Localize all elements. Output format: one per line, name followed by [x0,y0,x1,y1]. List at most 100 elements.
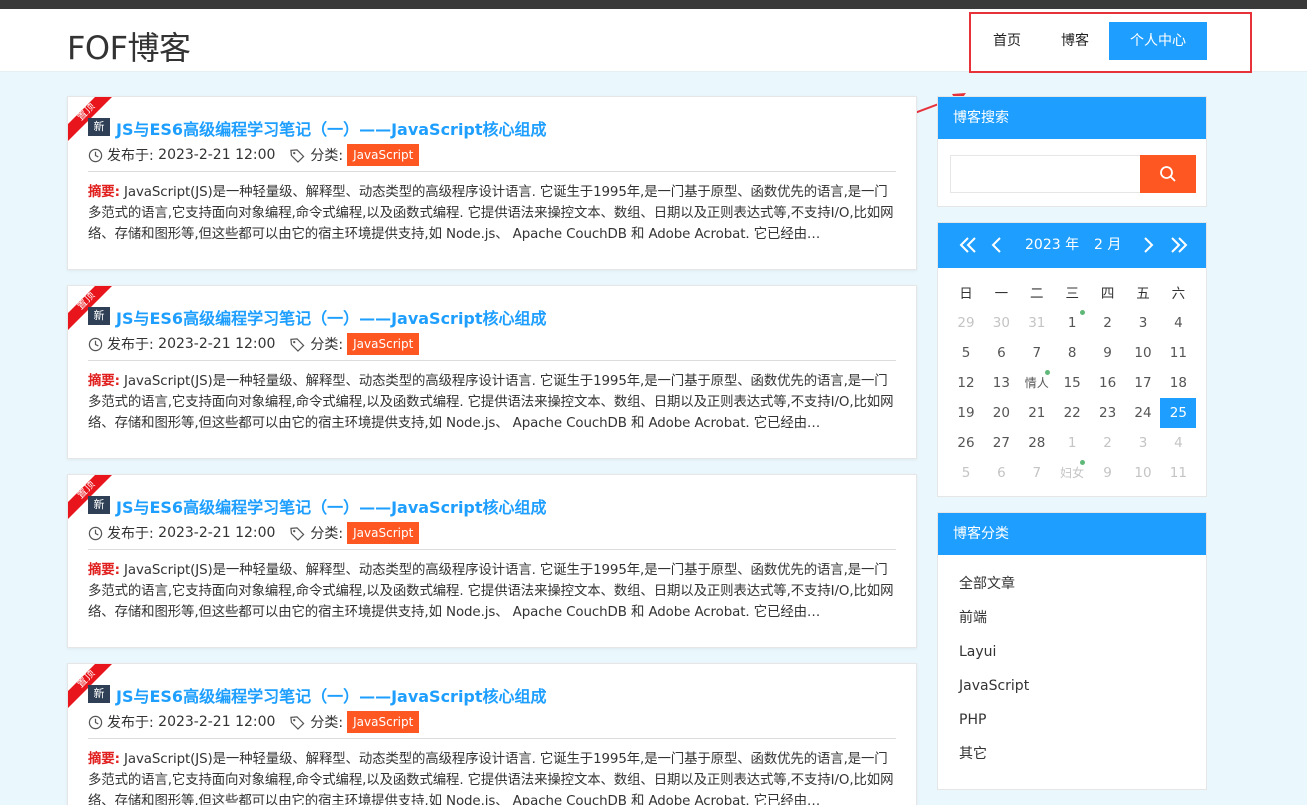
calendar-day[interactable]: 23 [1090,398,1126,428]
calendar-day[interactable]: 7 [1019,338,1055,368]
calendar-day[interactable]: 8 [1054,338,1090,368]
post-title[interactable]: JS与ES6高级编程学习笔记（一）——JavaScript核心组成 [116,494,547,518]
calendar-day[interactable]: 21 [1019,398,1055,428]
category-tag[interactable]: JavaScript [347,522,420,544]
search-panel: 博客搜索 [937,96,1207,207]
next-year-icon[interactable] [1169,235,1189,255]
category-tag[interactable]: JavaScript [347,333,420,355]
calendar-day[interactable]: 6 [983,458,1019,488]
post-date: 2023-2-21 12:00 [158,525,276,541]
calendar-day[interactable]: 5 [948,338,984,368]
weekday-header: 二 [1030,286,1044,302]
calendar-day[interactable]: 30 [983,308,1019,338]
weekday-header: 一 [994,286,1009,302]
day-label: 4 [1174,315,1183,331]
calendar-day[interactable]: 3 [1125,428,1161,458]
date-label: 发布于: [107,148,154,164]
category-item[interactable]: JavaScript [959,669,1206,703]
calendar-day[interactable]: 9 [1090,458,1126,488]
day-label: 17 [1134,375,1152,391]
calendar-day[interactable]: 12 [948,368,984,398]
calendar-day[interactable]: 1 [1054,308,1090,338]
post-title[interactable]: JS与ES6高级编程学习笔记（一）——JavaScript核心组成 [116,116,547,140]
calendar-day[interactable]: 20 [983,398,1019,428]
calendar-day[interactable]: 16 [1090,368,1126,398]
category-item[interactable]: PHP [959,703,1206,737]
category-label: 分类: [310,337,344,353]
day-label: 2 [1103,435,1112,451]
day-label: 13 [992,375,1010,391]
search-input[interactable] [950,155,1142,193]
category-item[interactable]: 其它 [959,737,1206,771]
post-summary: 摘要: JavaScript(JS)是一种轻量级、解释型、动态类型的高级程序设计… [88,560,896,623]
calendar-day[interactable]: 11 [1160,338,1196,368]
day-label: 情人 [1024,376,1049,390]
calendar-day[interactable]: 2 [1090,308,1126,338]
calendar-day[interactable]: 31 [1019,308,1055,338]
calendar-day[interactable]: 17 [1125,368,1161,398]
calendar-day[interactable]: 10 [1125,338,1161,368]
calendar-month[interactable]: 2 月 [1094,223,1121,268]
calendar-day[interactable]: 5 [948,458,984,488]
calendar-day[interactable]: 6 [983,338,1019,368]
calendar-day-today[interactable]: 25 [1160,398,1197,428]
post-title[interactable]: JS与ES6高级编程学习笔记（一）——JavaScript核心组成 [116,305,547,329]
calendar-day[interactable]: 妇女 [1054,458,1090,488]
calendar-day[interactable]: 27 [983,428,1019,458]
calendar-day[interactable]: 13 [983,368,1019,398]
post-summary: 摘要: JavaScript(JS)是一种轻量级、解释型、动态类型的高级程序设计… [88,749,896,805]
category-tag[interactable]: JavaScript [347,144,420,166]
post-divider [88,549,896,550]
post-title[interactable]: JS与ES6高级编程学习笔记（一）——JavaScript核心组成 [116,683,547,707]
day-label: 28 [1028,435,1046,451]
day-label: 15 [1063,375,1081,391]
tag-icon [290,715,305,730]
day-label: 20 [992,405,1010,421]
clock-icon [88,337,103,351]
next-month-icon[interactable] [1141,235,1155,255]
calendar-day[interactable]: 22 [1054,398,1090,428]
calendar-day[interactable]: 11 [1160,458,1196,488]
category-panel-title: 博客分类 [938,513,1206,555]
search-button[interactable] [1140,155,1196,193]
calendar-day[interactable]: 15 [1054,368,1090,398]
top-strip [0,0,1307,9]
calendar-day[interactable]: 1 [1054,428,1090,458]
calendar-day[interactable]: 26 [948,428,984,458]
site-logo[interactable]: FOF博客 [67,23,191,69]
calendar-day[interactable]: 3 [1125,308,1161,338]
calendar-day[interactable]: 28 [1019,428,1055,458]
day-label: 9 [1103,345,1112,361]
category-tag[interactable]: JavaScript [347,711,420,733]
calendar-day[interactable]: 2 [1090,428,1126,458]
search-panel-title: 博客搜索 [938,97,1206,139]
calendar-day[interactable]: 29 [948,308,984,338]
day-label: 7 [1032,465,1042,481]
day-label: 11 [1169,345,1187,361]
category-item[interactable]: 前端 [959,601,1206,635]
category-list: 全部文章 前端 Layui JavaScript PHP 其它 [938,555,1206,771]
clock-icon [88,715,103,729]
calendar-day[interactable]: 18 [1160,368,1196,398]
post-date: 2023-2-21 12:00 [158,147,276,163]
new-badge: 新 [88,118,110,136]
post-date: 2023-2-21 12:00 [158,714,276,730]
date-label: 发布于: [107,715,154,731]
calendar-day[interactable]: 7 [1019,458,1055,488]
calendar-day[interactable]: 24 [1125,398,1161,428]
category-item[interactable]: 全部文章 [959,567,1206,601]
prev-year-icon[interactable] [958,235,978,255]
calendar-day[interactable]: 10 [1125,458,1161,488]
calendar-day[interactable]: 情人 [1019,368,1055,398]
day-label: 妇女 [1060,466,1085,480]
calendar-day[interactable]: 4 [1160,308,1196,338]
category-item[interactable]: Layui [959,635,1206,669]
calendar-year[interactable]: 2023 年 [1025,223,1079,268]
calendar-day[interactable]: 9 [1090,338,1126,368]
prev-month-icon[interactable] [990,235,1004,255]
day-label: 8 [1067,345,1077,361]
post-date: 2023-2-21 12:00 [158,336,276,352]
summary-text: JavaScript(JS)是一种轻量级、解释型、动态类型的高级程序设计语言. … [88,374,894,431]
calendar-day[interactable]: 4 [1160,428,1196,458]
calendar-day[interactable]: 19 [948,398,984,428]
